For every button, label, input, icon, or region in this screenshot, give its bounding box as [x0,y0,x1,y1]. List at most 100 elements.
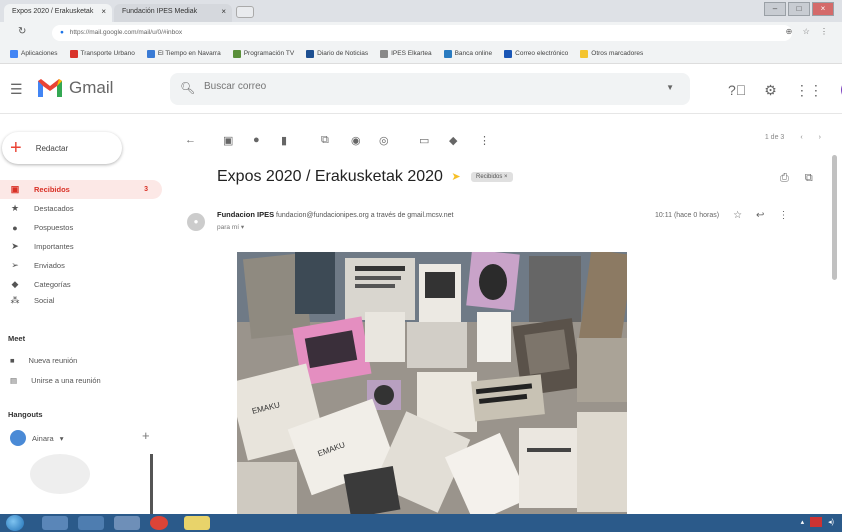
mark-unread-icon[interactable]: ⧉ [321,134,329,147]
sender-line: Fundacion IPES fundacion@fundacionipes.o… [217,210,453,219]
search-icon[interactable]: 🔍︎ [180,81,195,95]
new-meeting-item[interactable]: ■ Nueva reunión [10,356,77,365]
print-icon[interactable]: ⎙ [780,172,789,185]
message-subject: Expos 2020 / Erakusketak 2020 ➤ Recibido… [217,168,513,186]
back-arrow-icon[interactable]: ← [185,134,196,146]
message-meta: 10:11 (hace 0 horas) ☆ ↩ ⋮ [655,210,788,221]
taskbar-app-icon[interactable] [42,516,68,530]
minimize-button[interactable]: – [764,2,786,16]
important-marker-icon[interactable]: ➤ [451,170,460,183]
search-options-icon[interactable]: ▼ [666,83,674,92]
taskbar-app-icon[interactable] [78,516,104,530]
sidebar-item-social[interactable]: ⁂ Social [0,294,162,306]
bookmark-item[interactable]: Aplicaciones [10,49,58,58]
move-to-icon[interactable]: ▭ [419,134,429,147]
compose-button[interactable]: + Redactar [2,132,122,164]
taskbar-app-icon[interactable] [114,516,140,530]
chrome-taskbar-icon[interactable] [150,516,168,530]
bookmark-item[interactable]: Banca online [443,49,492,58]
star-icon[interactable]: ☆ [733,210,742,221]
hangouts-user[interactable]: Ainara ▾ [10,430,63,446]
bookmark-item[interactable]: Transporte Urbano [69,49,135,58]
sidebar-item-categories[interactable]: ◆ Categorías [0,275,162,294]
browser-tab-inactive[interactable]: Fundación IPES Mediak × [114,4,232,22]
bookmark-item[interactable]: Correo electrónico [504,49,568,58]
bookmark-item[interactable]: Programación TV [232,49,294,58]
hangouts-section-title: Hangouts [8,410,43,419]
close-window-button[interactable]: × [812,2,834,16]
chevron-down-icon[interactable]: ▾ [60,434,64,443]
window-controls: – □ × [764,2,834,16]
tab-label: Fundación IPES Mediak [122,8,198,15]
settings-gear-icon[interactable]: ⚙ [764,82,777,99]
main-menu-icon[interactable]: ☰ [10,81,23,98]
folder-taskbar-icon[interactable] [184,516,210,530]
video-camera-icon: ■ [10,356,15,365]
browser-tab-active[interactable]: Expos 2020 / Erakusketak × [4,4,112,22]
gmail-logo[interactable]: Gmail [37,78,113,98]
apps-grid-icon[interactable]: ⋮⋮ [795,82,823,99]
reply-icon[interactable]: ↩ [756,210,764,221]
tray-app-icon[interactable] [810,517,823,527]
sender-name[interactable]: Fundacion IPES [217,210,274,219]
label-icon: ◆ [11,279,19,289]
star-icon: ★ [10,203,20,213]
bookmark-icon [504,49,513,58]
bookmark-item[interactable]: Otros marcadores [580,49,643,58]
more-options-icon[interactable]: ⋮ [778,210,788,221]
tray-arrow-icon[interactable]: ▴ [801,518,805,526]
new-tab-button[interactable] [236,6,254,18]
bookmark-item[interactable]: IPES Elkartea [380,49,432,58]
labels-icon[interactable]: ◆ [449,134,457,147]
add-task-icon[interactable]: ◎ [379,134,389,147]
meet-section-title: Meet [8,334,26,343]
reload-icon[interactable]: ↻ [18,26,26,37]
sidebar-item-starred[interactable]: ★ Destacados [0,199,162,218]
recipient-line[interactable]: para mí ▾ [217,223,244,231]
clock-icon: ● [12,222,18,233]
start-button[interactable] [6,515,24,531]
sidebar-item-label: Social [34,295,55,305]
sidebar-item-label: Categorías [34,280,71,289]
inbox-label-chip[interactable]: Recibidos × [471,171,513,182]
delete-icon[interactable]: ▮ [281,134,287,147]
main-scrollbar[interactable] [832,155,837,280]
browser-menu-icons[interactable]: ⊕ ☆ ⋮ [786,27,832,36]
browser-tab-strip: Expos 2020 / Erakusketak × Fundación IPE… [0,0,842,22]
sidebar-item-sent[interactable]: ➢ Enviados [0,256,162,275]
gmail-header: ☰ Gmail 🔍︎ ▼ ?⃝ ⚙ ⋮⋮ A [0,64,842,114]
bookmark-icon [380,49,389,58]
sidebar-item-label: Importantes [34,242,74,251]
add-hangout-icon[interactable]: + [142,428,150,443]
bookmark-item[interactable]: El Tiempo en Navarra [146,49,221,58]
join-meeting-item[interactable]: ▤ Unirse a una reunión [10,376,101,385]
archive-icon[interactable]: ▣ [223,134,233,147]
sidebar-item-important[interactable]: ➤ Importantes [0,237,162,256]
maximize-button[interactable]: □ [788,2,810,16]
url-field[interactable]: ● https://mail.google.com/mail/u/0/#inbo… [52,25,792,41]
sidebar-item-label: Enviados [34,261,65,270]
subject-text: Expos 2020 / Erakusketak 2020 [217,168,443,185]
previous-icon[interactable]: ‹ [800,134,802,141]
exhibition-photo-image: EMAKU EMAKU [237,252,627,514]
compose-plus-icon: + [10,137,22,159]
sidebar-item-inbox[interactable]: ▣ Recibidos 3 [0,180,162,199]
volume-icon[interactable]: ◂) [828,518,834,526]
unread-count: 3 [144,186,148,193]
bookmark-item[interactable]: Diario de Noticias [306,49,368,58]
gmail-m-icon [38,79,62,97]
next-icon[interactable]: › [819,134,821,141]
sidebar-scrollbar[interactable] [150,454,153,514]
search-input[interactable] [204,81,604,92]
bookmark-icon [443,49,452,58]
help-icon[interactable]: ?⃝ [728,82,746,98]
open-new-window-icon[interactable]: ⧉ [805,172,813,185]
search-bar[interactable]: 🔍︎ ▼ [170,73,690,105]
close-tab-icon[interactable]: × [101,7,106,16]
bookmark-icon [306,49,315,58]
close-tab-icon[interactable]: × [221,7,226,16]
sidebar-item-snoozed[interactable]: ● Pospuestos [0,218,162,237]
more-options-icon[interactable]: ⋮ [479,134,490,147]
report-spam-icon[interactable]: ● [253,134,260,146]
snooze-icon[interactable]: ◉ [351,134,361,147]
